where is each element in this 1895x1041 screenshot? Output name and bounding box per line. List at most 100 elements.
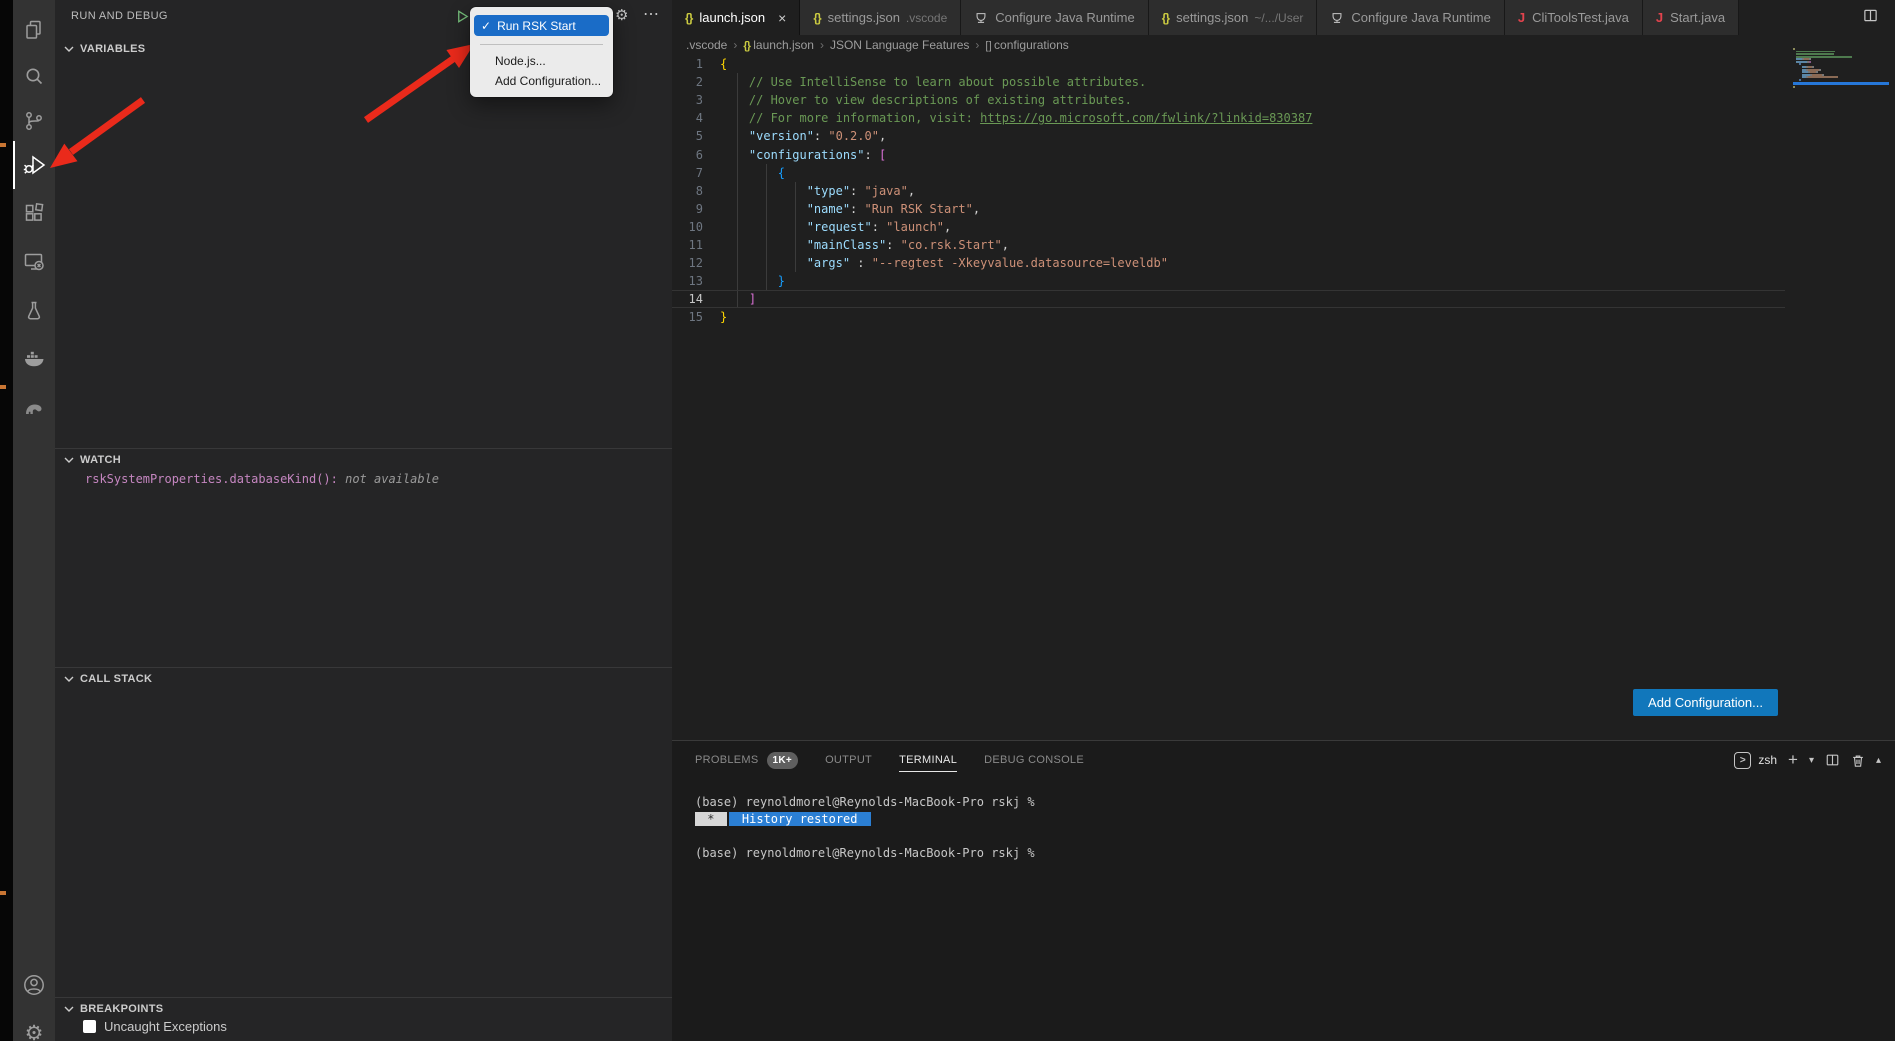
breadcrumb-separator: › bbox=[820, 38, 824, 52]
code-line-1[interactable]: 1{ bbox=[672, 55, 1785, 73]
background-window-strip bbox=[0, 0, 13, 1041]
array-symbol-icon: [ ] bbox=[985, 40, 990, 52]
panel-tab-output[interactable]: OUTPUT bbox=[825, 754, 872, 766]
settings-gear-icon[interactable]: ⚙ bbox=[13, 1009, 55, 1041]
remote-explorer-icon[interactable] bbox=[13, 238, 55, 286]
menu-item-run-rsk-start[interactable]: ✓ Run RSK Start bbox=[474, 15, 609, 36]
activity-bar: ⚙ bbox=[13, 0, 55, 1041]
maximize-panel-chevron-icon[interactable]: ▴ bbox=[1876, 755, 1881, 766]
breadcrumb-item-json-language-features[interactable]: JSON Language Features bbox=[830, 38, 969, 52]
menu-item-nodejs[interactable]: Node.js... bbox=[470, 51, 613, 71]
new-terminal-icon[interactable]: + bbox=[1788, 750, 1798, 770]
breadcrumb: .vscode › {} launch.json › JSON Language Fea… bbox=[672, 35, 1895, 55]
docker-icon[interactable] bbox=[13, 335, 55, 383]
accounts-icon[interactable] bbox=[13, 961, 55, 1009]
terminal-dropdown-chevron-icon[interactable]: ▾ bbox=[1809, 755, 1814, 766]
terminal-line: (base) reynoldmorel@Reynolds-MacBook-Pro… bbox=[695, 845, 1875, 862]
kill-terminal-trash-icon[interactable] bbox=[1851, 753, 1865, 768]
line-number: 13 bbox=[672, 274, 720, 288]
panel-tab-terminal[interactable]: TERMINAL bbox=[899, 754, 957, 766]
section-watch[interactable]: WATCH bbox=[55, 448, 672, 470]
breadcrumb-item-launch-json[interactable]: {} launch.json bbox=[743, 38, 814, 52]
views-more-actions-icon[interactable]: ⋯ bbox=[643, 4, 659, 24]
json-file-icon: {} bbox=[743, 40, 750, 52]
line-number: 10 bbox=[672, 220, 720, 234]
chevron-down-icon bbox=[61, 1001, 77, 1017]
code-line-15[interactable]: 15} bbox=[672, 308, 1785, 326]
code-line-8[interactable]: 8 "type": "java", bbox=[672, 182, 1785, 200]
chevron-down-icon bbox=[61, 671, 77, 687]
code-line-6[interactable]: 6 "configurations": [ bbox=[672, 145, 1785, 163]
terminal-line: * History restored bbox=[695, 811, 1875, 828]
line-number: 11 bbox=[672, 238, 720, 252]
code-line-10[interactable]: 10 "request": "launch", bbox=[672, 218, 1785, 236]
split-editor-icon[interactable] bbox=[1862, 8, 1879, 28]
run-and-debug-sidebar: RUN AND DEBUG ⚙ ⋯ VARIABLES WATCH rskSys… bbox=[55, 0, 672, 1041]
close-tab-icon[interactable]: × bbox=[778, 10, 786, 26]
line-number: 6 bbox=[672, 148, 720, 162]
background-window-mark bbox=[0, 891, 6, 895]
chevron-down-icon bbox=[61, 452, 77, 468]
gradle-icon[interactable] bbox=[13, 384, 55, 432]
breadcrumb-item-configurations[interactable]: [ ] configurations bbox=[985, 38, 1068, 52]
code-line-13[interactable]: 13 } bbox=[672, 272, 1785, 290]
panel-actions: > zsh + ▾ ▴ bbox=[1734, 747, 1881, 773]
line-content: } bbox=[720, 310, 727, 324]
tab-settings-json[interactable]: {}settings.json.vscode bbox=[800, 0, 961, 35]
tab-configure-java-runtime[interactable]: Configure Java Runtime bbox=[961, 0, 1148, 35]
tab-settings-json[interactable]: {}settings.json~/.../User bbox=[1149, 0, 1318, 35]
tab-start-java[interactable]: JStart.java bbox=[1643, 0, 1739, 35]
search-icon[interactable] bbox=[13, 52, 55, 100]
line-content: "name": "Run RSK Start", bbox=[720, 202, 980, 216]
sidebar-title: RUN AND DEBUG bbox=[71, 10, 168, 22]
line-content: ] bbox=[720, 292, 756, 306]
breadcrumb-separator: › bbox=[733, 38, 737, 52]
code-editor[interactable]: 1{2 // Use IntelliSense to learn about p… bbox=[672, 55, 1785, 326]
code-line-5[interactable]: 5 "version": "0.2.0", bbox=[672, 127, 1785, 145]
minimap[interactable] bbox=[1793, 48, 1889, 88]
line-content: // Hover to view descriptions of existin… bbox=[720, 93, 1132, 107]
panel-tab-debug-console[interactable]: DEBUG CONSOLE bbox=[984, 754, 1084, 766]
breadcrumb-item-vscode[interactable]: .vscode bbox=[686, 38, 727, 52]
breakpoint-uncaught-exceptions[interactable]: Uncaught Exceptions bbox=[83, 1019, 227, 1034]
java-file-icon: J bbox=[1518, 10, 1525, 25]
breakpoint-checkbox[interactable] bbox=[83, 1020, 96, 1033]
shell-label: zsh bbox=[1758, 753, 1777, 767]
line-content: } bbox=[720, 274, 785, 288]
extensions-icon[interactable] bbox=[13, 189, 55, 237]
code-line-11[interactable]: 11 "mainClass": "co.rsk.Start", bbox=[672, 236, 1785, 254]
code-line-3[interactable]: 3 // Hover to view descriptions of exist… bbox=[672, 91, 1785, 109]
menu-separator bbox=[480, 44, 603, 45]
minimap-current-line bbox=[1793, 82, 1889, 85]
debug-start-icon[interactable] bbox=[455, 9, 470, 29]
code-line-7[interactable]: 7 { bbox=[672, 164, 1785, 182]
code-line-2[interactable]: 2 // Use IntelliSense to learn about pos… bbox=[672, 73, 1785, 91]
add-configuration-button[interactable]: Add Configuration... bbox=[1633, 689, 1778, 716]
menu-item-add-configuration[interactable]: Add Configuration... bbox=[470, 71, 613, 91]
explorer-icon[interactable] bbox=[13, 6, 55, 54]
watch-expression-row[interactable]: rskSystemProperties.databaseKind(): not … bbox=[85, 472, 439, 486]
history-restored-chip: History restored bbox=[729, 812, 871, 826]
line-content: "request": "launch", bbox=[720, 220, 951, 234]
code-line-12[interactable]: 12 "args" : "--regtest -Xkeyvalue.dataso… bbox=[672, 254, 1785, 272]
tab-configure-java-runtime[interactable]: Configure Java Runtime bbox=[1317, 0, 1504, 35]
minimap-line bbox=[1793, 79, 1889, 81]
tab-launch-json[interactable]: {}launch.json× bbox=[672, 0, 800, 35]
testing-icon[interactable] bbox=[13, 287, 55, 335]
code-line-14[interactable]: 14 ] bbox=[672, 290, 1785, 308]
line-number: 3 bbox=[672, 93, 720, 107]
code-line-4[interactable]: 4 // For more information, visit: https:… bbox=[672, 109, 1785, 127]
terminal-content[interactable]: (base) reynoldmorel@Reynolds-MacBook-Pro… bbox=[695, 794, 1875, 862]
source-control-icon[interactable] bbox=[13, 97, 55, 145]
split-terminal-icon[interactable] bbox=[1825, 753, 1840, 767]
code-line-9[interactable]: 9 "name": "Run RSK Start", bbox=[672, 200, 1785, 218]
debug-settings-gear-icon[interactable]: ⚙ bbox=[615, 6, 628, 24]
panel-tab-problems[interactable]: PROBLEMS1K+ bbox=[695, 752, 798, 769]
section-breakpoints[interactable]: BREAKPOINTS bbox=[55, 997, 672, 1019]
tab-clitoolstest-java[interactable]: JCliToolsTest.java bbox=[1505, 0, 1643, 35]
section-call-stack[interactable]: CALL STACK bbox=[55, 667, 672, 689]
run-and-debug-icon[interactable] bbox=[13, 141, 55, 189]
java-file-icon: J bbox=[1656, 10, 1663, 25]
line-number: 8 bbox=[672, 184, 720, 198]
editor-tab-bar: {}launch.json×{}settings.json.vscodeConf… bbox=[672, 0, 1895, 35]
